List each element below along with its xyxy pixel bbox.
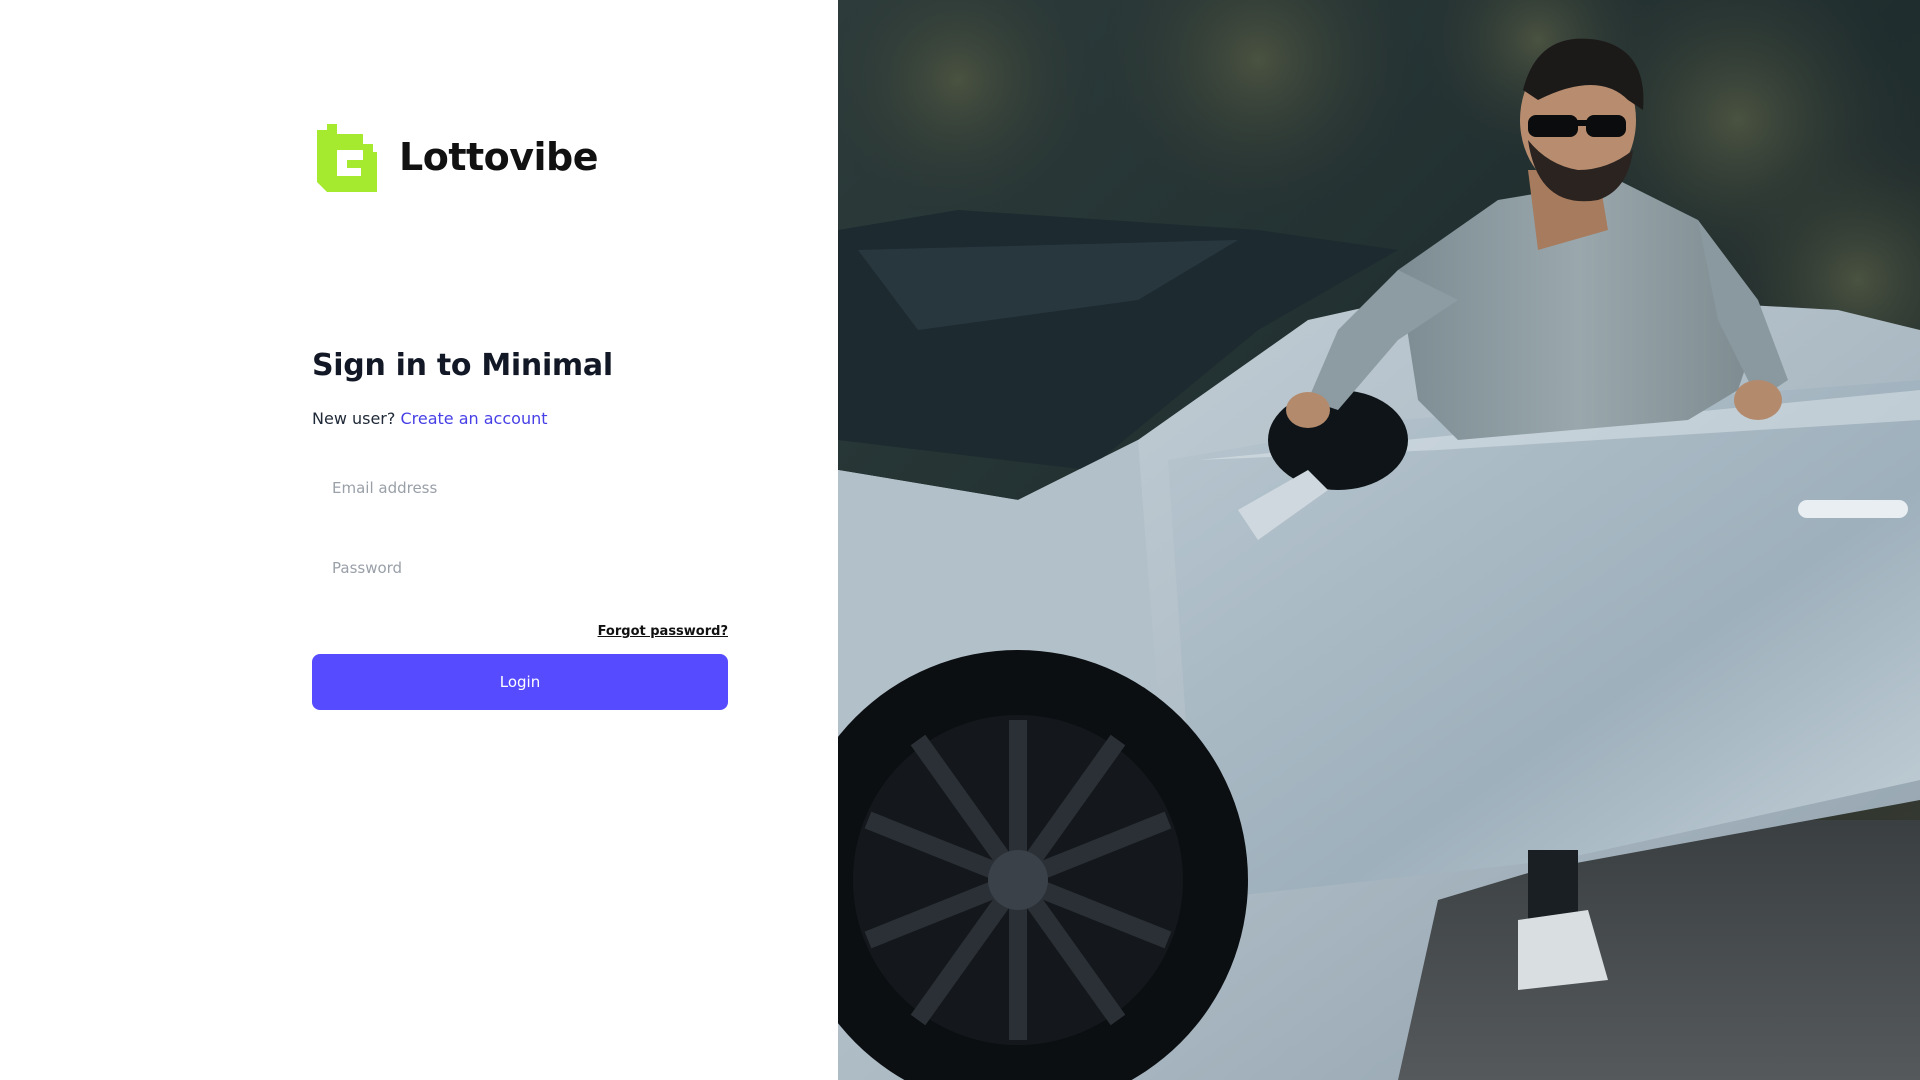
signup-prompt-line: New user? Create an account bbox=[312, 408, 728, 430]
login-page: Lottovibe Sign in to Minimal New user? C… bbox=[0, 0, 1920, 1080]
forgot-password-link[interactable]: Forgot password? bbox=[598, 624, 728, 639]
forgot-password-row: Forgot password? bbox=[312, 620, 728, 640]
email-field[interactable] bbox=[312, 460, 728, 516]
sign-in-panel: Lottovibe Sign in to Minimal New user? C… bbox=[0, 0, 838, 1080]
page-title: Sign in to Minimal bbox=[312, 348, 613, 383]
man-with-sports-car-photo bbox=[838, 0, 1920, 1080]
password-field-wrapper bbox=[312, 540, 728, 596]
create-account-link[interactable]: Create an account bbox=[400, 409, 547, 428]
sign-in-form: Sign in to Minimal New user? Create an a… bbox=[312, 344, 728, 710]
signup-prompt-text: New user? bbox=[312, 409, 396, 428]
brand-header[interactable]: Lottovibe bbox=[315, 122, 599, 192]
login-button[interactable]: Login bbox=[312, 654, 728, 710]
email-field-wrapper bbox=[312, 460, 728, 516]
hero-photo bbox=[838, 0, 1920, 1080]
brand-name: Lottovibe bbox=[399, 135, 599, 179]
password-field[interactable] bbox=[312, 540, 728, 596]
lottovibe-logo-icon bbox=[317, 124, 377, 192]
